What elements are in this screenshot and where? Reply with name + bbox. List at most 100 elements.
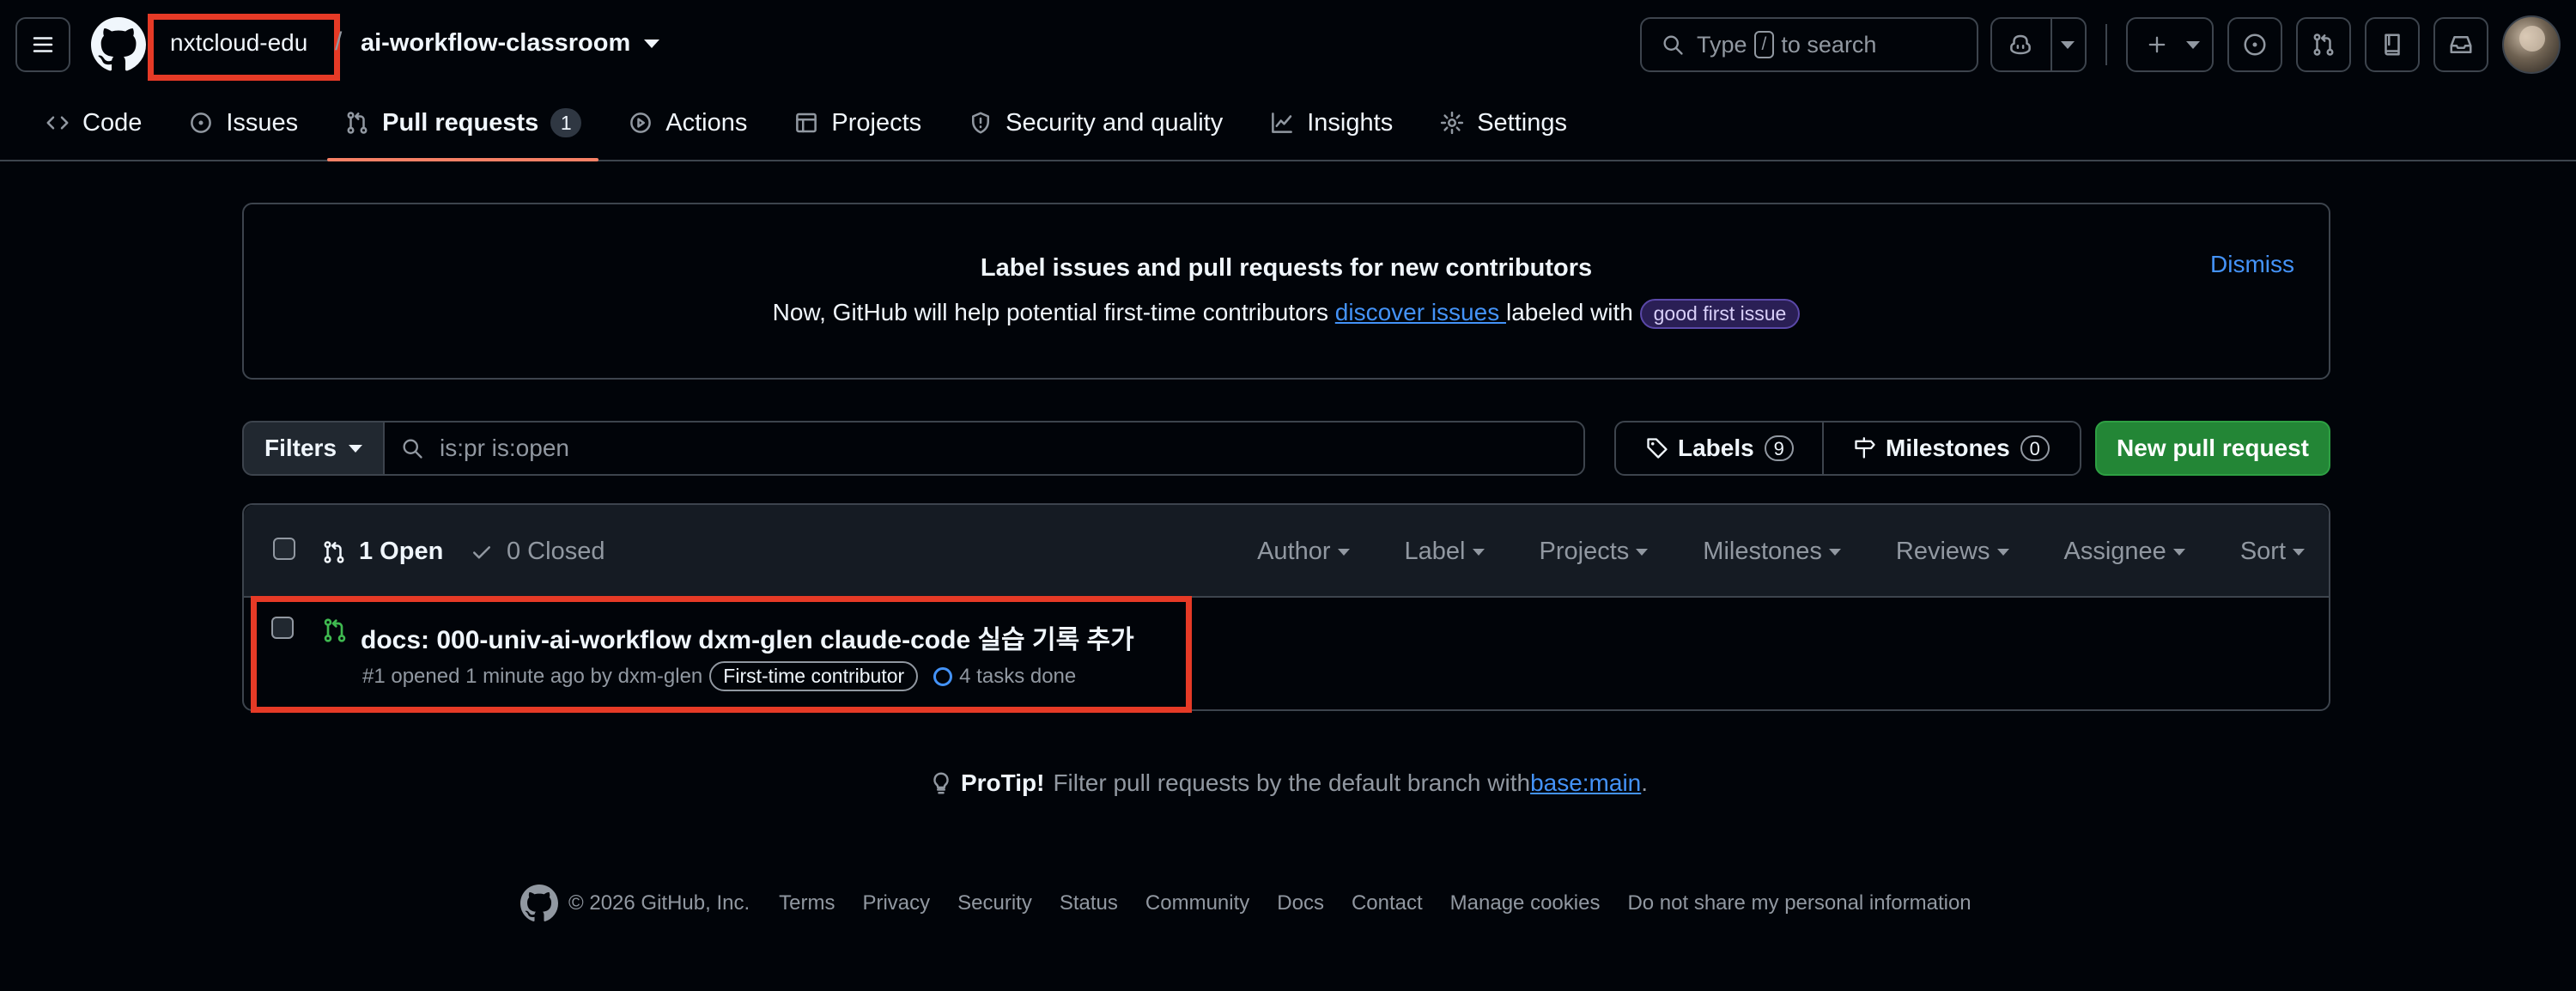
task-progress[interactable]: 4 tasks done bbox=[933, 665, 1076, 689]
protip: ProTip! Filter pull requests by the defa… bbox=[0, 769, 2576, 797]
notifications-button[interactable] bbox=[2433, 17, 2488, 72]
label-filter[interactable]: Label bbox=[1405, 538, 1485, 566]
filters-caret-icon bbox=[349, 444, 363, 453]
your-pull-requests-button[interactable] bbox=[2296, 17, 2351, 72]
search-icon bbox=[1663, 35, 1683, 55]
tab-issues[interactable]: Issues bbox=[171, 96, 315, 149]
milestones-button[interactable]: Milestones 0 bbox=[1822, 421, 2081, 476]
projects-filter-label: Projects bbox=[1539, 538, 1630, 565]
tab-actions-label: Actions bbox=[665, 108, 748, 137]
pr-row-checkbox[interactable] bbox=[271, 617, 294, 639]
dismiss-banner-button[interactable]: Dismiss bbox=[2210, 251, 2294, 278]
global-search-input[interactable]: Type / to search bbox=[1640, 17, 1978, 72]
copilot-button[interactable] bbox=[1990, 17, 2087, 72]
sort-menu[interactable]: Sort bbox=[2240, 538, 2305, 566]
closed-count-label: 0 Closed bbox=[507, 538, 605, 565]
git-pull-request-icon bbox=[324, 540, 344, 563]
list-filter-menus: Author Label Projects Milestones Reviews… bbox=[1202, 538, 2305, 566]
author-filter[interactable]: Author bbox=[1257, 538, 1350, 566]
issue-opened-icon bbox=[2244, 33, 2266, 56]
good-first-issue-label[interactable]: good first issue bbox=[1639, 299, 1801, 330]
tab-projects[interactable]: Projects bbox=[776, 96, 939, 149]
projects-filter[interactable]: Projects bbox=[1540, 538, 1649, 566]
tab-issues-label: Issues bbox=[226, 108, 299, 137]
task-progress-label: 4 tasks done bbox=[959, 664, 1077, 688]
footer-link-terms[interactable]: Terms bbox=[779, 891, 835, 915]
tab-pull-requests[interactable]: Pull requests 1 bbox=[327, 96, 599, 161]
github-mark-icon[interactable] bbox=[520, 885, 558, 922]
milestone-icon bbox=[1855, 437, 1875, 459]
repo-switcher-caret-icon[interactable] bbox=[644, 40, 659, 48]
tab-security-label: Security and quality bbox=[1005, 108, 1224, 137]
open-filter-link[interactable]: 1 Open bbox=[321, 538, 443, 566]
footer-link-docs[interactable]: Docs bbox=[1277, 891, 1324, 915]
owner-link[interactable]: nxtcloud-edu bbox=[170, 29, 307, 57]
protip-end: . bbox=[1641, 769, 1649, 796]
your-issues-button[interactable] bbox=[2227, 17, 2282, 72]
banner-text-after: labeled with bbox=[1505, 299, 1640, 325]
milestones-count: 0 bbox=[2020, 435, 2050, 461]
user-avatar[interactable] bbox=[2502, 15, 2561, 74]
reviews-filter-label: Reviews bbox=[1895, 538, 1990, 565]
banner-body: Now, GitHub will help potential first-ti… bbox=[244, 299, 2329, 330]
tab-pull-requests-label: Pull requests bbox=[382, 108, 539, 137]
tab-code-label: Code bbox=[82, 108, 143, 137]
tab-code[interactable]: Code bbox=[27, 96, 159, 149]
footer-link-security[interactable]: Security bbox=[957, 891, 1032, 915]
tag-icon bbox=[1647, 438, 1668, 459]
pull-requests-counter: 1 bbox=[550, 108, 582, 137]
repositories-button[interactable] bbox=[2365, 17, 2420, 72]
protip-base-main-link[interactable]: base:main bbox=[1530, 769, 1641, 797]
check-icon bbox=[473, 545, 490, 558]
task-progress-ring-icon bbox=[933, 666, 953, 686]
author-filter-label: Author bbox=[1257, 538, 1331, 565]
footer-link-community[interactable]: Community bbox=[1145, 891, 1249, 915]
issue-opened-icon bbox=[191, 112, 212, 133]
pr-title-link[interactable]: docs: 000-univ-ai-workflow dxm-glen clau… bbox=[361, 618, 1134, 656]
create-new-button[interactable] bbox=[2126, 17, 2214, 72]
search-suffix: to search bbox=[1781, 31, 1877, 58]
tab-actions[interactable]: Actions bbox=[611, 96, 764, 149]
search-icon bbox=[403, 439, 422, 459]
labels-button[interactable]: Labels 9 bbox=[1614, 421, 1824, 476]
tab-security[interactable]: Security and quality bbox=[951, 96, 1240, 149]
repo-link[interactable]: ai-workflow-classroom bbox=[361, 29, 630, 58]
tab-settings-label: Settings bbox=[1477, 108, 1567, 137]
closed-filter-link[interactable]: 0 Closed bbox=[469, 538, 605, 566]
assignee-caret-icon bbox=[2172, 548, 2185, 556]
repo-nav-tabs: Code Issues Pull requests 1 Actions Proj… bbox=[27, 96, 1596, 161]
protip-text: Filter pull requests by the default bran… bbox=[1053, 769, 1531, 796]
reviews-filter[interactable]: Reviews bbox=[1896, 538, 2009, 566]
copilot-divider bbox=[2050, 19, 2052, 70]
play-icon bbox=[630, 112, 652, 133]
milestones-caret-icon bbox=[1828, 548, 1841, 556]
milestones-label: Milestones bbox=[1886, 435, 2010, 461]
copilot-menu-caret-icon[interactable] bbox=[2061, 41, 2075, 49]
footer-link-do-not-share[interactable]: Do not share my personal information bbox=[1627, 891, 1971, 915]
footer-link-manage-cookies[interactable]: Manage cookies bbox=[1450, 891, 1601, 915]
header-divider bbox=[2105, 24, 2107, 65]
pr-search-input[interactable]: is:pr is:open bbox=[383, 421, 1585, 476]
git-pull-request-open-icon bbox=[324, 618, 346, 642]
milestones-filter[interactable]: Milestones bbox=[1703, 538, 1841, 566]
assignee-filter[interactable]: Assignee bbox=[2064, 538, 2185, 566]
footer-link-status[interactable]: Status bbox=[1060, 891, 1118, 915]
tab-insights[interactable]: Insights bbox=[1252, 96, 1410, 149]
menu-button[interactable] bbox=[15, 17, 70, 72]
select-all-checkbox[interactable] bbox=[273, 538, 295, 560]
inbox-icon bbox=[2450, 36, 2472, 53]
pr-meta: #1 opened 1 minute ago by dxm-glen First… bbox=[362, 661, 1076, 691]
search-prefix: Type bbox=[1697, 31, 1747, 58]
discover-issues-link[interactable]: discover issues bbox=[1335, 299, 1506, 325]
tab-settings[interactable]: Settings bbox=[1422, 96, 1584, 149]
assignee-filter-label: Assignee bbox=[2063, 538, 2166, 565]
github-logo-icon[interactable] bbox=[91, 17, 146, 72]
footer-link-privacy[interactable]: Privacy bbox=[862, 891, 930, 915]
sort-caret-icon bbox=[2293, 548, 2305, 556]
projects-caret-icon bbox=[1636, 548, 1649, 556]
filters-dropdown-button[interactable]: Filters bbox=[242, 421, 385, 476]
footer-copyright: © 2026 GitHub, Inc. bbox=[568, 891, 750, 915]
new-pull-request-button[interactable]: New pull request bbox=[2095, 421, 2330, 476]
protip-label: ProTip! bbox=[960, 769, 1045, 796]
footer-link-contact[interactable]: Contact bbox=[1352, 891, 1423, 915]
